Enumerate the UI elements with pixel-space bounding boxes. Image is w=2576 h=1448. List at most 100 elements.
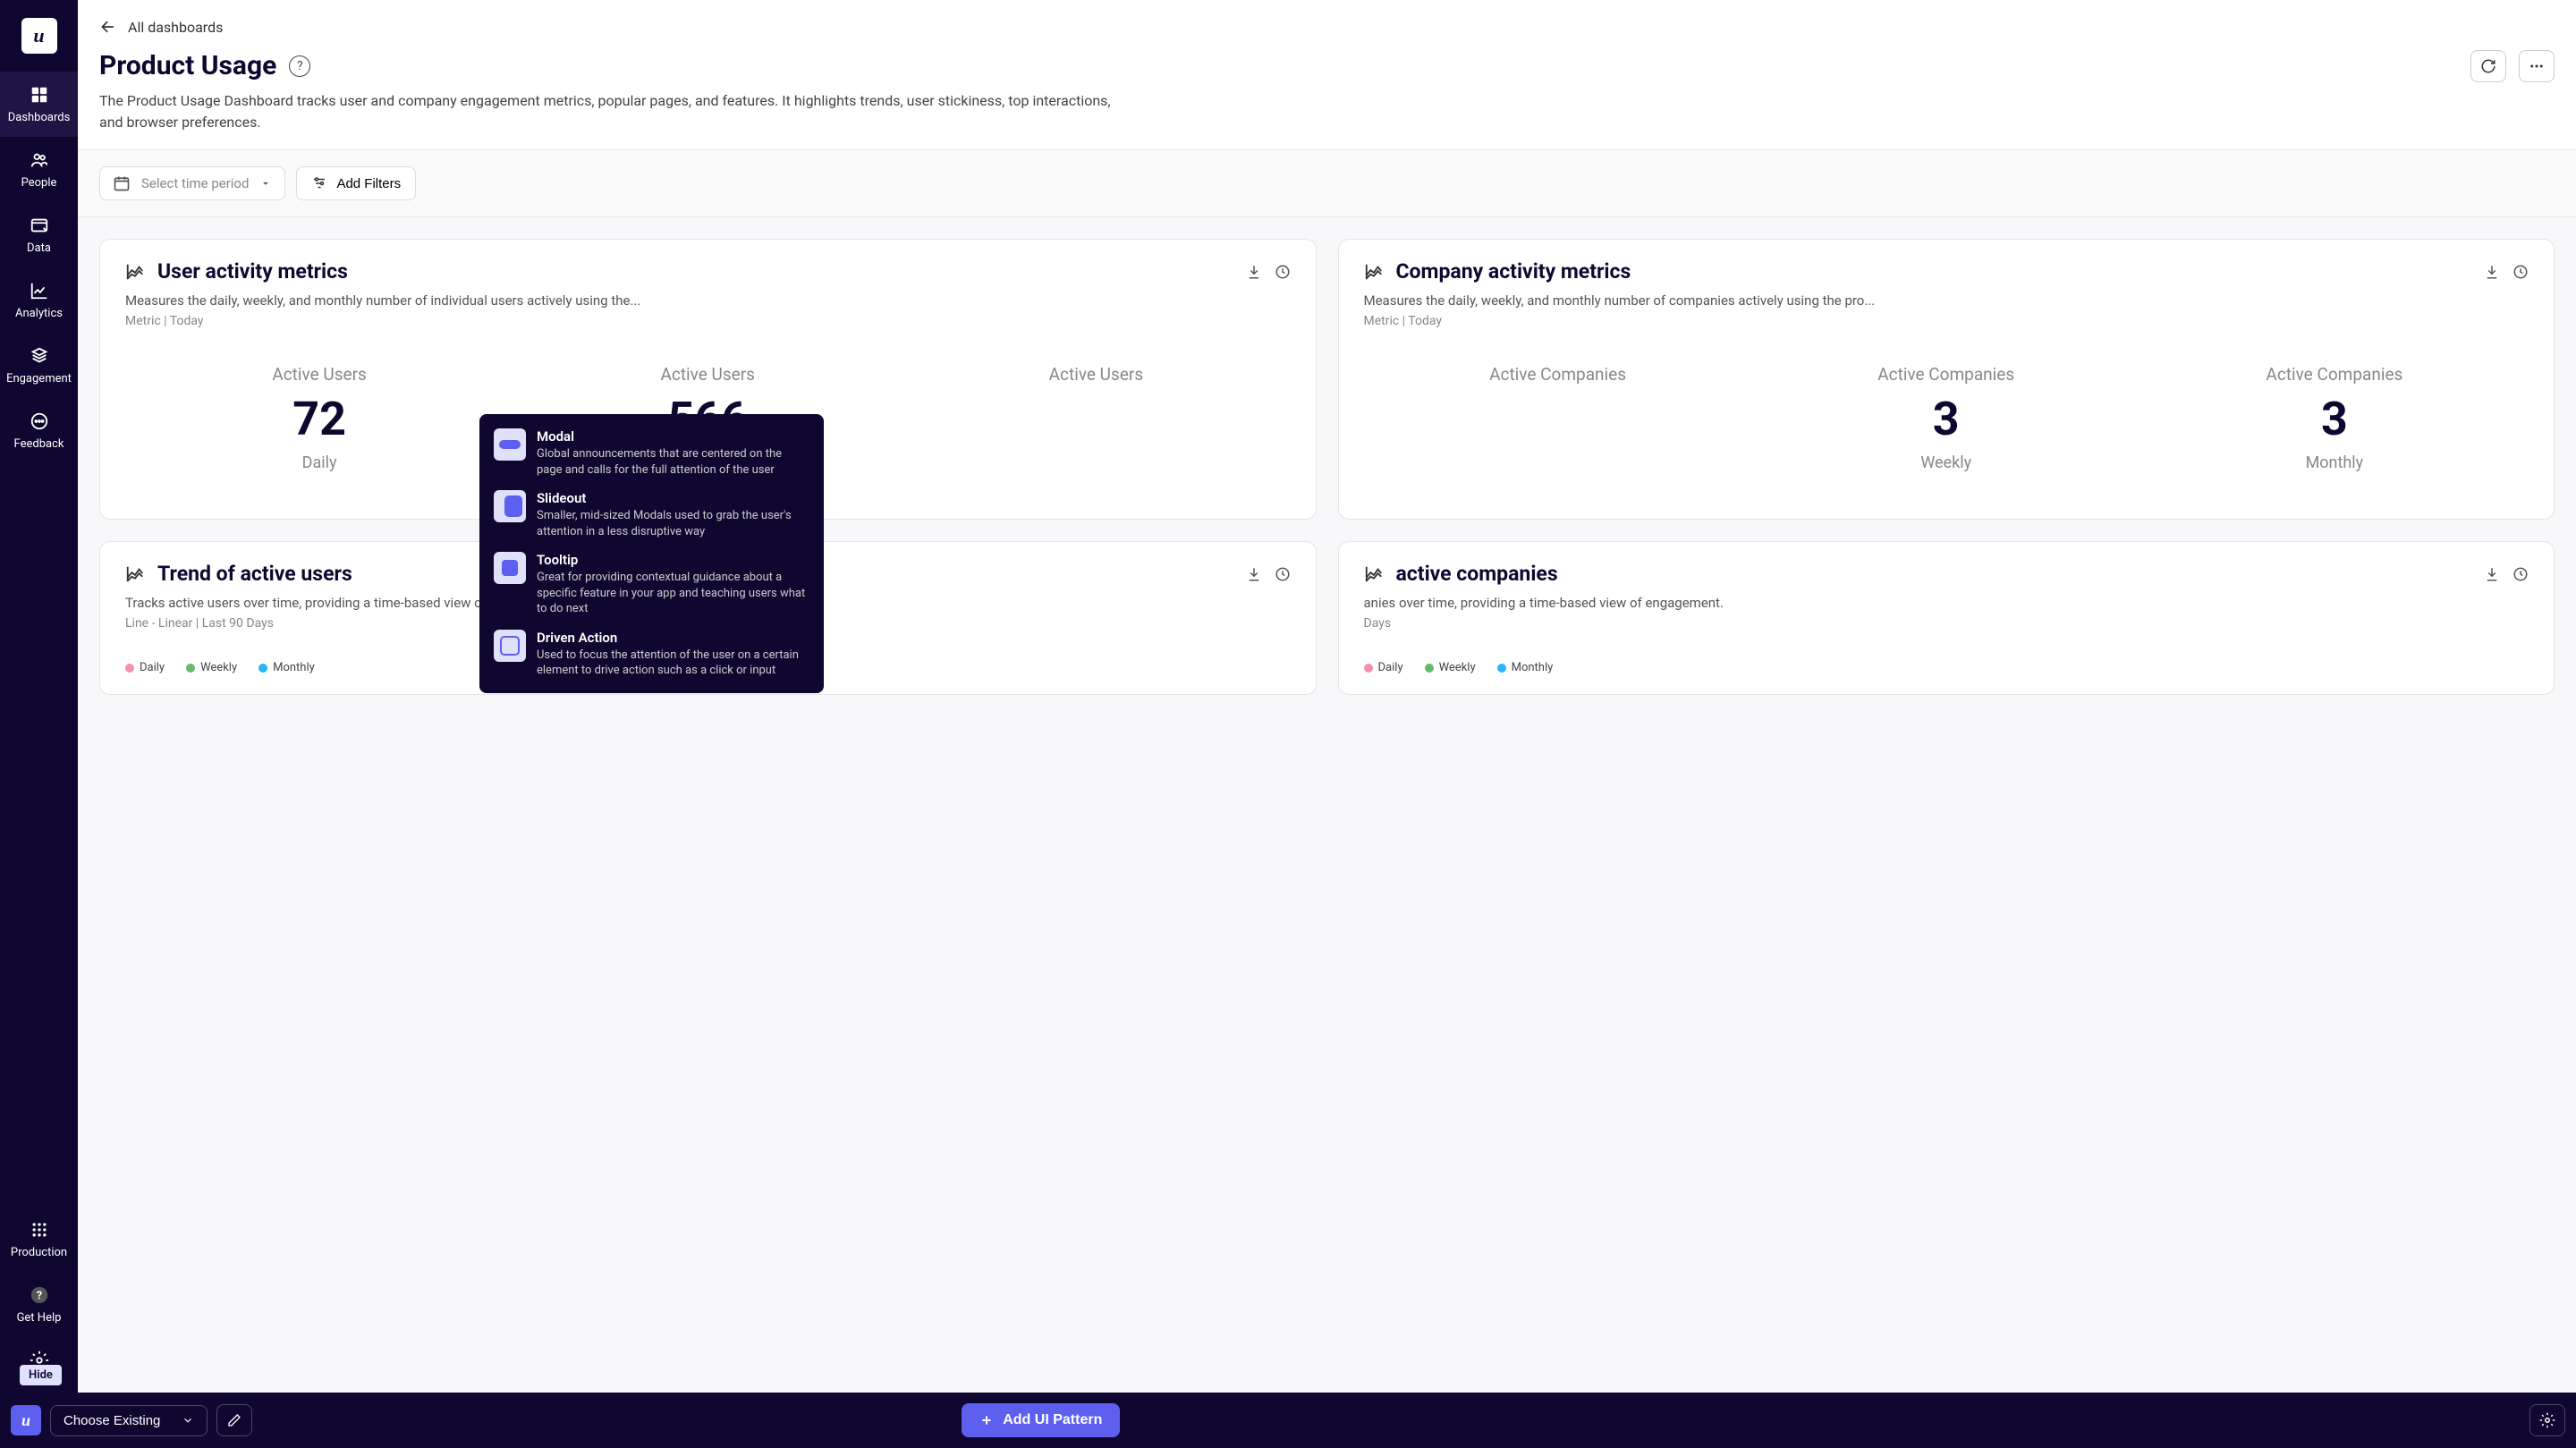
people-icon [29, 149, 50, 171]
main-content: All dashboards Product Usage ? The Produ… [78, 0, 2576, 1393]
arrow-left-icon [99, 18, 117, 36]
sidebar: u Dashboards People Data [0, 0, 78, 1393]
content-area: User activity metrics Measures the daily… [78, 217, 2576, 1393]
nav-label: Get Help [17, 1311, 62, 1325]
card-meta: Metric | Today [1364, 314, 2529, 328]
clock-icon[interactable] [2512, 566, 2529, 582]
nav-list: Dashboards People Data Analytics [0, 72, 78, 1207]
data-icon [29, 215, 50, 236]
card-meta: Metric | Today [125, 314, 1291, 328]
nav-label: Dashboards [8, 111, 71, 124]
chevron-down-icon [259, 177, 272, 190]
plus-icon [979, 1413, 994, 1427]
metric-monthly-companies: Active Companies 3 Monthly [2266, 364, 2402, 472]
page-description: The Product Usage Dashboard tracks user … [99, 90, 1119, 133]
legend-dot-weekly [186, 664, 195, 673]
modal-icon [494, 428, 526, 461]
chart-icon [125, 564, 145, 584]
add-filters-button[interactable]: Add Filters [296, 166, 416, 200]
metric-monthly-users: Active Users [1049, 364, 1144, 472]
bottom-bar: u Choose Existing Add UI Pattern [0, 1393, 2576, 1448]
analytics-icon [29, 280, 50, 301]
nav-data[interactable]: Data [0, 202, 78, 267]
chart-legend: Daily Weekly Monthly [1364, 661, 2529, 674]
legend-dot-monthly [258, 664, 267, 673]
svg-text:?: ? [36, 1290, 41, 1303]
popover-item-driven-action[interactable]: Driven Action Used to focus the attentio… [490, 628, 813, 681]
legend-dot-weekly [1425, 664, 1434, 673]
clock-icon[interactable] [2512, 264, 2529, 280]
card-trend-companies: active companies anies over time, provid… [1338, 541, 2555, 695]
filter-icon [311, 175, 327, 191]
engagement-icon [29, 345, 50, 367]
card-meta: Days [1364, 616, 2529, 631]
clock-icon[interactable] [1275, 566, 1291, 582]
nav-engagement[interactable]: Engagement [0, 333, 78, 398]
chevron-down-icon [182, 1414, 194, 1427]
popover-item-slideout[interactable]: Slideout Smaller, mid-sized Modals used … [490, 488, 813, 541]
legend-dot-monthly [1497, 664, 1506, 673]
legend-dot-daily [1364, 664, 1373, 673]
breadcrumb[interactable]: All dashboards [78, 0, 2576, 45]
more-button[interactable] [2519, 50, 2555, 82]
chart-icon [1364, 564, 1384, 584]
nav-feedback[interactable]: Feedback [0, 398, 78, 463]
app-logo[interactable]: u [21, 18, 57, 54]
clock-icon[interactable] [1275, 264, 1291, 280]
nav-production[interactable]: Production [0, 1207, 78, 1272]
nav-dashboards[interactable]: Dashboards [0, 72, 78, 137]
chart-icon [125, 262, 145, 282]
hide-tooltip: Hide [20, 1365, 62, 1385]
nav-label: Engagement [6, 372, 72, 385]
nav-label: People [21, 176, 57, 190]
download-icon[interactable] [1246, 566, 1262, 582]
feedback-icon [29, 411, 50, 432]
bottom-logo[interactable]: u [11, 1405, 41, 1435]
ui-pattern-popover: Modal Global announcements that are cent… [479, 414, 824, 693]
card-desc: Measures the daily, weekly, and monthly … [1364, 292, 2529, 309]
download-icon[interactable] [1246, 264, 1262, 280]
card-title: Company activity metrics [1396, 259, 2472, 284]
page-title: Product Usage [99, 50, 276, 81]
bottom-settings-button[interactable] [2529, 1404, 2565, 1436]
driven-action-icon [494, 630, 526, 662]
calendar-icon [113, 174, 131, 192]
metric-daily-users: Active Users 72 Daily [272, 364, 367, 472]
card-company-activity: Company activity metrics Measures the da… [1338, 239, 2555, 520]
nav-analytics[interactable]: Analytics [0, 267, 78, 333]
nav-label: Feedback [14, 437, 64, 451]
card-desc: anies over time, providing a time-based … [1364, 595, 2529, 611]
help-icon: ? [29, 1284, 50, 1306]
apps-icon [29, 1219, 50, 1241]
choose-existing-button[interactable]: Choose Existing [50, 1405, 208, 1436]
refresh-button[interactable] [2470, 50, 2506, 82]
popover-item-modal[interactable]: Modal Global announcements that are cent… [490, 427, 813, 479]
time-placeholder: Select time period [141, 175, 249, 191]
card-title: active companies [1396, 562, 2472, 586]
filters-bar: Select time period Add Filters [78, 149, 2576, 217]
popover-item-tooltip[interactable]: Tooltip Great for providing contextual g… [490, 550, 813, 619]
tooltip-icon [494, 552, 526, 584]
slideout-icon [494, 490, 526, 522]
card-title: User activity metrics [157, 259, 1233, 284]
nav-label: Data [27, 241, 51, 255]
time-period-select[interactable]: Select time period [99, 166, 285, 200]
edit-button[interactable] [216, 1404, 252, 1436]
chart-icon [1364, 262, 1384, 282]
nav-people[interactable]: People [0, 137, 78, 202]
add-ui-pattern-button[interactable]: Add UI Pattern [962, 1403, 1120, 1437]
download-icon[interactable] [2484, 264, 2500, 280]
help-circle-icon[interactable]: ? [289, 55, 310, 77]
metric-daily-companies: Active Companies [1489, 364, 1626, 472]
nav-get-help[interactable]: ? Get Help [0, 1272, 78, 1337]
page-header: Product Usage ? The Product Usage Dashbo… [78, 45, 2576, 149]
nav-label: Production [11, 1246, 67, 1259]
card-desc: Measures the daily, weekly, and monthly … [125, 292, 1291, 309]
grid-icon [29, 84, 50, 106]
legend-dot-daily [125, 664, 134, 673]
metric-weekly-companies: Active Companies 3 Weekly [1877, 364, 2014, 472]
add-filters-label: Add Filters [336, 176, 401, 191]
breadcrumb-label: All dashboards [128, 19, 223, 36]
nav-label: Analytics [15, 307, 63, 320]
download-icon[interactable] [2484, 566, 2500, 582]
